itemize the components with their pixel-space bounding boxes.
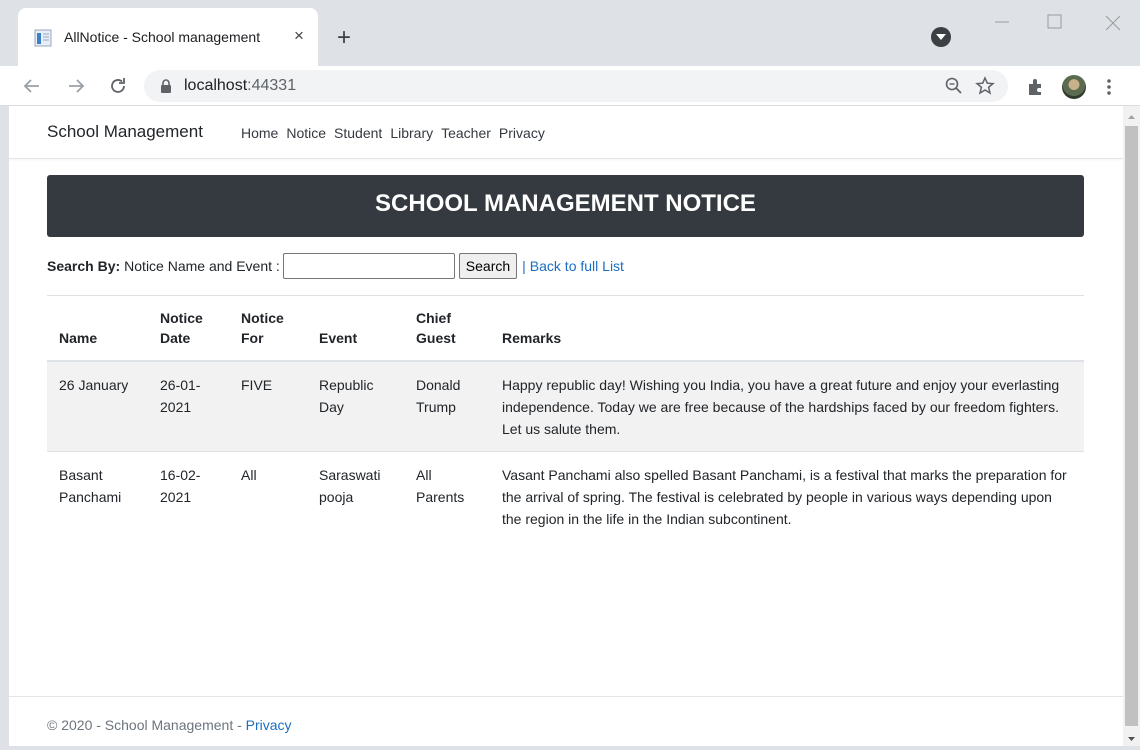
search-label: Notice Name and Event : <box>124 258 280 274</box>
header-notice-date-line1: Notice <box>160 310 203 326</box>
url-host: localhost <box>184 77 248 94</box>
footer-privacy-link[interactable]: Privacy <box>246 717 292 733</box>
nav-links: Home Notice Student Library Teacher Priv… <box>241 125 553 141</box>
browser-toolbar: localhost:44331 <box>0 66 1140 106</box>
brand-link[interactable]: School Management <box>47 122 203 142</box>
site-navbar: School Management Home Notice Student Li… <box>9 106 1123 159</box>
table-row: 26 January 26-01-2021 FIVE Republic Day … <box>47 360 1084 452</box>
header-event: Event <box>307 295 404 362</box>
notice-table: Name Notice Date Notice For Event Chief Gue… <box>47 295 1084 541</box>
nav-link-home[interactable]: Home <box>241 125 278 141</box>
tab-title: AllNotice - School management <box>64 29 261 45</box>
header-notice-for-line2: For <box>241 330 264 346</box>
page-title-banner: SCHOOL MANAGEMENT NOTICE <box>47 175 1084 237</box>
tab-search-icon[interactable] <box>931 27 951 47</box>
cell-guest: Donald Trump <box>404 360 490 452</box>
zoom-icon[interactable] <box>945 77 963 100</box>
forward-arrow-icon[interactable] <box>64 74 88 98</box>
scroll-down-arrow-icon[interactable] <box>1123 732 1140 744</box>
new-tab-button[interactable]: + <box>330 25 358 53</box>
cell-date: 26-01-2021 <box>148 360 229 452</box>
nav-link-student[interactable]: Student <box>334 125 382 141</box>
table-header-row: Name Notice Date Notice For Event Chief Gue… <box>47 295 1084 362</box>
window-minimize-icon[interactable] <box>987 12 1017 32</box>
table-row: Basant Panchami 16-02-2021 All Saraswati… <box>47 451 1084 541</box>
cell-event: Republic Day <box>307 360 404 452</box>
vertical-scrollbar[interactable] <box>1123 106 1140 746</box>
cell-remarks: Vasant Panchami also spelled Basant Panc… <box>490 451 1084 541</box>
header-name: Name <box>47 295 148 362</box>
nav-link-teacher[interactable]: Teacher <box>441 125 491 141</box>
header-chief-guest-line2: Guest <box>416 330 456 346</box>
url-port: :44331 <box>247 77 297 94</box>
tab-close-icon[interactable]: × <box>288 25 310 47</box>
cell-remarks: Happy republic day! Wishing you India, y… <box>490 360 1084 452</box>
nav-link-library[interactable]: Library <box>390 125 433 141</box>
header-remarks: Remarks <box>490 295 1084 362</box>
extensions-puzzle-icon[interactable] <box>1027 78 1045 101</box>
browser-menu-icon[interactable] <box>1106 78 1112 101</box>
back-to-full-list-link[interactable]: Back to full List <box>530 258 624 274</box>
header-notice-for: Notice For <box>229 295 307 362</box>
link-separator: | <box>522 258 526 274</box>
url-text[interactable]: localhost:44331 <box>184 77 296 95</box>
scroll-up-arrow-icon[interactable] <box>1123 110 1140 122</box>
browser-tab[interactable]: AllNotice - School management × <box>18 8 318 66</box>
header-event-text: Event <box>319 330 358 346</box>
window-maximize-icon[interactable] <box>1043 12 1067 32</box>
scrollbar-thumb[interactable] <box>1125 126 1138 726</box>
header-notice-for-line1: Notice <box>241 310 284 326</box>
footer-copyright: © 2020 - School Management - <box>47 717 246 733</box>
cell-for: All <box>229 451 307 541</box>
header-name-text: Name <box>59 330 98 346</box>
page-viewport: School Management Home Notice Student Li… <box>9 106 1123 746</box>
cell-guest: All Parents <box>404 451 490 541</box>
back-arrow-icon[interactable] <box>20 74 44 98</box>
search-button[interactable]: Search <box>458 253 518 279</box>
header-chief-guest-line1: Chief <box>416 310 451 326</box>
cell-date: 16-02-2021 <box>148 451 229 541</box>
profile-avatar[interactable] <box>1062 75 1086 99</box>
header-remarks-text: Remarks <box>502 330 562 346</box>
page-favicon-icon <box>34 29 52 47</box>
search-form: Search By: Notice Name and Event : Searc… <box>47 252 624 280</box>
header-chief-guest: Chief Guest <box>404 295 490 362</box>
window-close-icon[interactable] <box>1100 12 1126 34</box>
page-footer: © 2020 - School Management - Privacy <box>9 696 1123 746</box>
cell-event: Saraswati pooja <box>307 451 404 541</box>
footer-text: © 2020 - School Management - Privacy <box>47 717 292 733</box>
header-notice-date: Notice Date <box>148 295 229 362</box>
browser-tabstrip: AllNotice - School management × + <box>0 0 1140 66</box>
nav-link-notice[interactable]: Notice <box>286 125 326 141</box>
search-input[interactable] <box>282 253 455 279</box>
search-label-bold: Search By: <box>47 258 121 274</box>
bookmark-star-icon[interactable] <box>975 76 995 101</box>
lock-icon[interactable] <box>160 79 172 98</box>
cell-name: Basant Panchami <box>47 451 148 541</box>
nav-link-privacy[interactable]: Privacy <box>499 125 545 141</box>
cell-name: 26 January <box>47 360 148 452</box>
reload-icon[interactable] <box>106 74 130 98</box>
address-bar[interactable]: localhost:44331 <box>144 70 1008 102</box>
header-notice-date-line2: Date <box>160 330 191 346</box>
cell-for: FIVE <box>229 360 307 452</box>
